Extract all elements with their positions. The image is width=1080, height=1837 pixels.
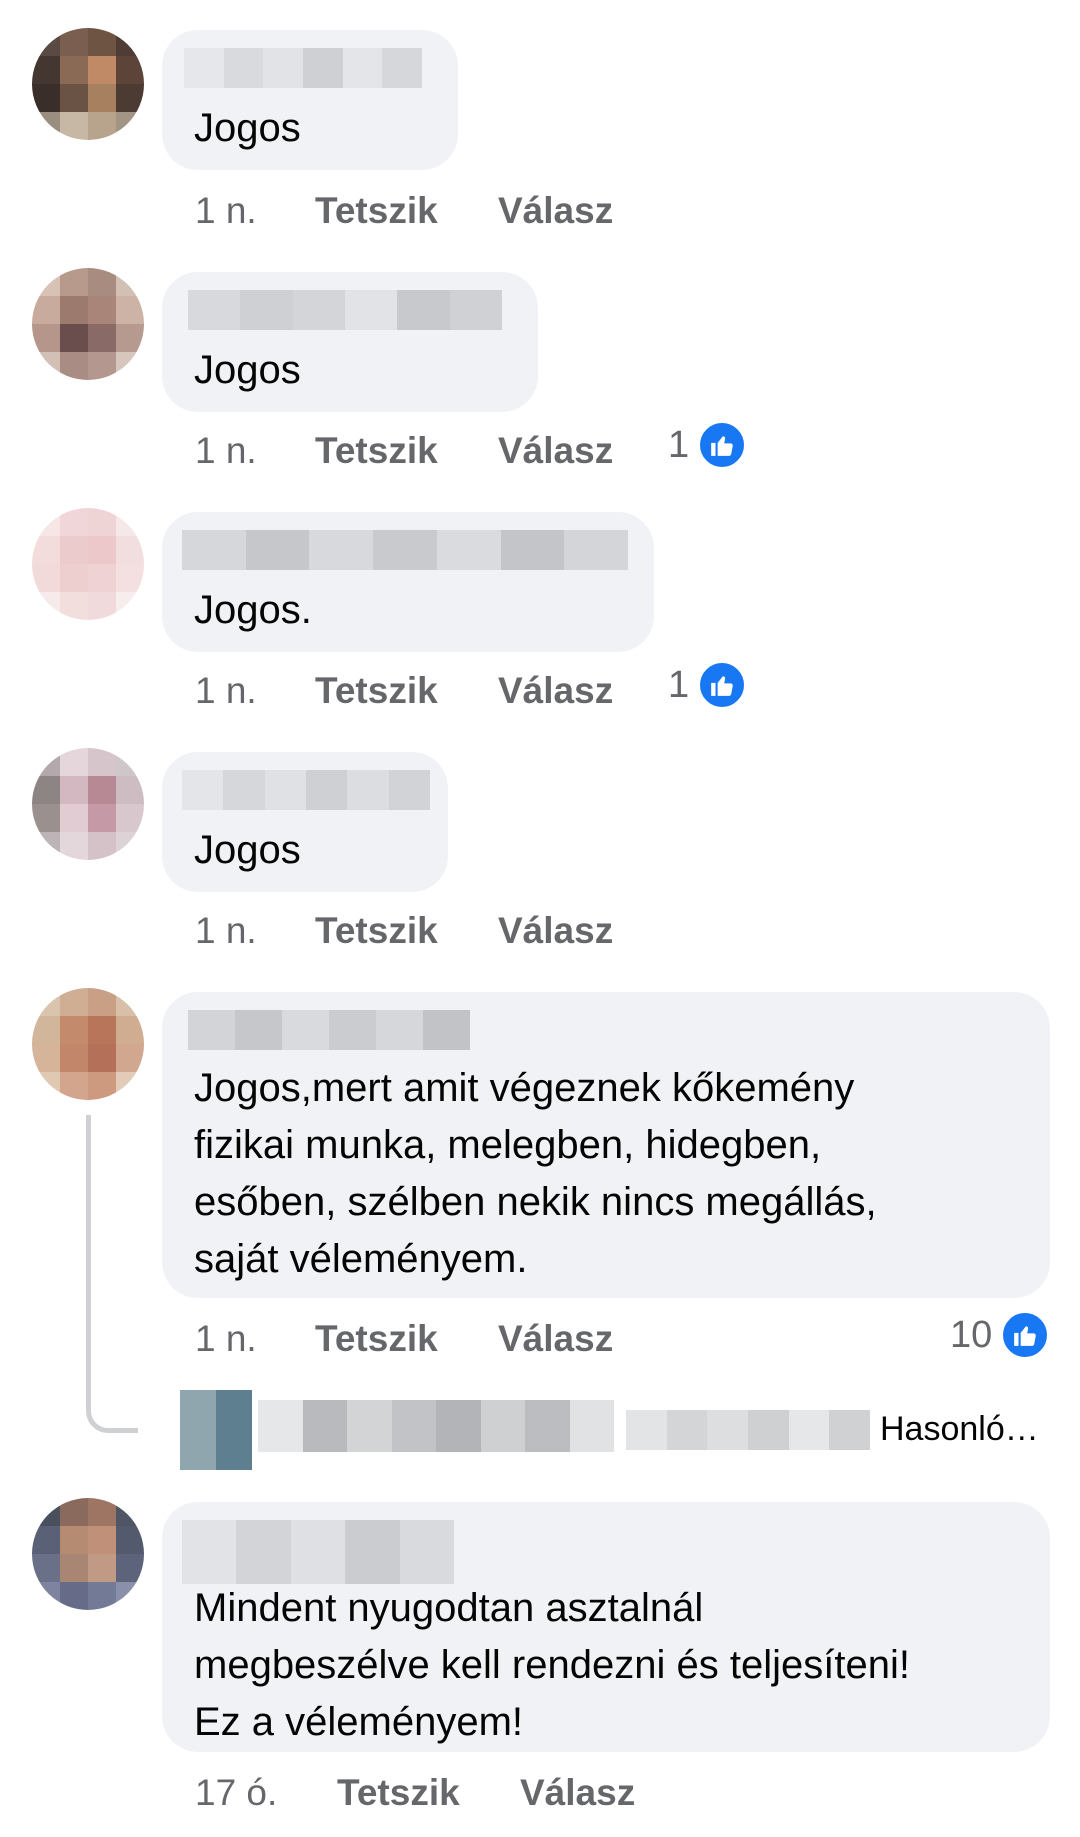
avatar[interactable] [32, 28, 144, 140]
timestamp[interactable]: 1 n. [195, 430, 315, 472]
reply-button[interactable]: Válasz [520, 1772, 635, 1814]
replies-preview[interactable]: Hasonló… [180, 1390, 1060, 1470]
timestamp[interactable]: 1 n. [195, 190, 315, 232]
timestamp[interactable]: 17 ó. [195, 1772, 337, 1814]
like-button[interactable]: Tetszik [315, 1318, 498, 1360]
comment-text: Jogos [194, 106, 301, 150]
reply-button[interactable]: Válasz [498, 430, 613, 472]
comment-actions: 1 n. Tetszik Válasz [195, 430, 613, 472]
comment-text: Jogos [194, 828, 301, 872]
thumbs-up-icon [1000, 1310, 1051, 1360]
reaction-count[interactable]: 1 [668, 660, 748, 710]
comment-actions: 1 n. Tetszik Válasz [195, 910, 613, 952]
comment-actions: 1 n. Tetszik Válasz [195, 670, 613, 712]
comment-text: Jogos,mert amit végeznek kőkemény fizika… [194, 1066, 877, 1281]
reply-avatar-redacted [180, 1390, 252, 1470]
thread-connector [86, 1115, 138, 1433]
reaction-count[interactable]: 10 [950, 1310, 1051, 1360]
timestamp[interactable]: 1 n. [195, 670, 315, 712]
reply-button[interactable]: Válasz [498, 910, 613, 952]
avatar[interactable] [32, 1498, 144, 1610]
avatar[interactable] [32, 748, 144, 860]
like-button[interactable]: Tetszik [315, 670, 498, 712]
avatar[interactable] [32, 508, 144, 620]
avatar[interactable] [32, 268, 144, 380]
comment-text: Jogos [194, 348, 301, 392]
reaction-number: 10 [950, 1313, 993, 1356]
timestamp[interactable]: 1 n. [195, 910, 315, 952]
author-name-redacted[interactable] [182, 770, 430, 810]
comment-bubble: Jogos,mert amit végeznek kőkemény fizika… [162, 992, 1050, 1298]
like-button[interactable]: Tetszik [315, 430, 498, 472]
comment-actions: 1 n. Tetszik Válasz [195, 190, 613, 232]
like-button[interactable]: Tetszik [315, 910, 498, 952]
comment-bubble: Mindent nyugodtan asztalnál megbeszélve … [162, 1502, 1050, 1752]
comment-text: Jogos. [194, 588, 312, 632]
reply-button[interactable]: Válasz [498, 190, 613, 232]
reaction-number: 1 [668, 663, 690, 706]
thumbs-up-icon [697, 660, 748, 710]
comment-bubble: Jogos [162, 752, 448, 892]
author-name-redacted[interactable] [188, 290, 502, 330]
reply-button[interactable]: Válasz [498, 670, 613, 712]
comment-actions: 1 n. Tetszik Válasz [195, 1318, 613, 1360]
comment-bubble: Jogos [162, 30, 458, 170]
reaction-count[interactable]: 1 [668, 420, 748, 470]
reply-author-redacted [258, 1400, 614, 1452]
author-name-redacted[interactable] [182, 530, 628, 570]
comment-text: Mindent nyugodtan asztalnál megbeszélve … [194, 1586, 910, 1744]
reaction-number: 1 [668, 423, 690, 466]
like-button[interactable]: Tetszik [315, 190, 498, 232]
reply-snippet-redacted [626, 1410, 871, 1450]
author-name-redacted[interactable] [182, 1520, 454, 1584]
comment-bubble: Jogos [162, 272, 538, 412]
comment-bubble: Jogos. [162, 512, 654, 652]
author-name-redacted[interactable] [188, 1010, 470, 1050]
thumbs-up-icon [697, 420, 748, 470]
like-button[interactable]: Tetszik [337, 1772, 520, 1814]
reply-button[interactable]: Válasz [498, 1318, 613, 1360]
comment-actions: 17 ó. Tetszik Válasz [195, 1772, 635, 1814]
replies-preview-text: Hasonló… [880, 1410, 1039, 1448]
timestamp[interactable]: 1 n. [195, 1318, 315, 1360]
author-name-redacted[interactable] [184, 48, 422, 88]
avatar[interactable] [32, 988, 144, 1100]
